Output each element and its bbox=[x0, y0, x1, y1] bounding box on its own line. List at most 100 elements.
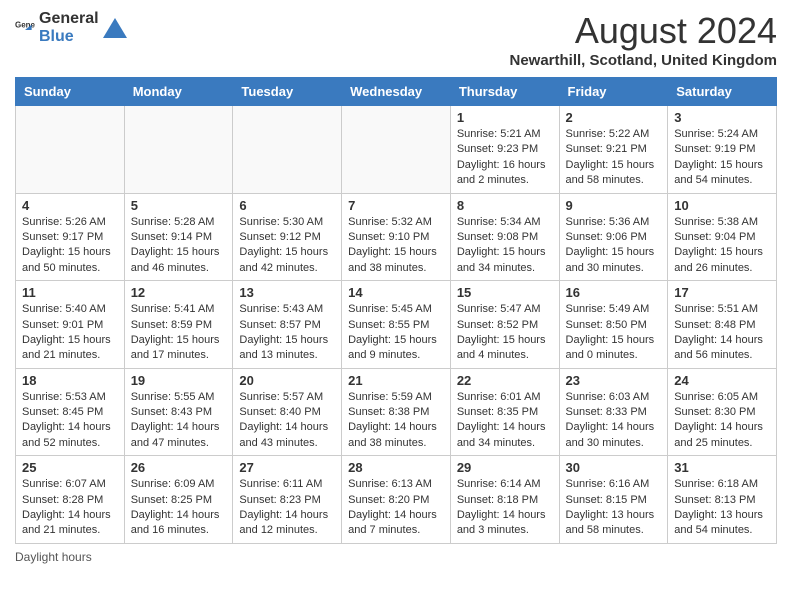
day-info: Sunrise: 5:34 AM Sunset: 9:08 PM Dayligh… bbox=[457, 215, 553, 277]
calendar-cell: 3 Sunrise: 5:24 AM Sunset: 9:19 PM Daylig… bbox=[668, 106, 777, 194]
day-number: 29 bbox=[457, 460, 553, 475]
calendar-cell: 26 Sunrise: 6:09 AM Sunset: 8:25 PM Dayli… bbox=[124, 456, 233, 544]
calendar-cell: 6 Sunrise: 5:30 AM Sunset: 9:12 PM Daylig… bbox=[233, 193, 342, 281]
calendar-cell: 17Sunrise: 5:51 AM Sunset: 8:48 PM Dayli… bbox=[668, 281, 777, 369]
day-info: Sunrise: 6:16 AM Sunset: 8:15 PM Dayligh… bbox=[566, 477, 662, 539]
calendar-cell: 30 Sunrise: 6:16 AM Sunset: 8:15 PM Dayli… bbox=[559, 456, 668, 544]
calendar-cell bbox=[124, 106, 233, 194]
title-area: August 2024 Newarthill, Scotland, United… bbox=[509, 10, 777, 69]
day-info: Sunrise: 5:47 AM Sunset: 8:52 PM Dayligh… bbox=[457, 302, 553, 364]
day-number: 4 bbox=[22, 198, 118, 213]
logo-blue: Blue bbox=[39, 28, 99, 46]
calendar-cell bbox=[342, 106, 451, 194]
calendar-cell: 29Sunrise: 6:14 AM Sunset: 8:18 PM Dayli… bbox=[450, 456, 559, 544]
calendar-cell: 19 Sunrise: 5:55 AM Sunset: 8:43 PM Dayli… bbox=[124, 368, 233, 456]
day-number: 26 bbox=[131, 460, 227, 475]
day-info: Sunrise: 5:38 AM Sunset: 9:04 PM Dayligh… bbox=[674, 215, 770, 277]
calendar-body: 1Sunrise: 5:21 AM Sunset: 9:23 PM Daylig… bbox=[16, 106, 777, 544]
day-info: Sunrise: 5:51 AM Sunset: 8:48 PM Dayligh… bbox=[674, 302, 770, 364]
calendar-cell: 4 Sunrise: 5:26 AM Sunset: 9:17 PM Daylig… bbox=[16, 193, 125, 281]
day-info: Sunrise: 5:30 AM Sunset: 9:12 PM Dayligh… bbox=[239, 215, 335, 277]
day-info: Sunrise: 5:26 AM Sunset: 9:17 PM Dayligh… bbox=[22, 215, 118, 277]
week-row-3: 11 Sunrise: 5:40 AM Sunset: 9:01 PM Dayli… bbox=[16, 281, 777, 369]
day-info: Sunrise: 5:32 AM Sunset: 9:10 PM Dayligh… bbox=[348, 215, 444, 277]
day-number: 27 bbox=[239, 460, 335, 475]
calendar-cell: 23 Sunrise: 6:03 AM Sunset: 8:33 PM Dayli… bbox=[559, 368, 668, 456]
calendar-cell: 7 Sunrise: 5:32 AM Sunset: 9:10 PM Daylig… bbox=[342, 193, 451, 281]
day-number: 15 bbox=[457, 285, 553, 300]
svg-text:General: General bbox=[15, 20, 35, 29]
day-info: Sunrise: 6:05 AM Sunset: 8:30 PM Dayligh… bbox=[674, 390, 770, 452]
day-number: 5 bbox=[131, 198, 227, 213]
calendar-cell: 24 Sunrise: 6:05 AM Sunset: 8:30 PM Dayli… bbox=[668, 368, 777, 456]
logo-triangle-icon bbox=[103, 16, 127, 40]
day-info: Sunrise: 5:55 AM Sunset: 8:43 PM Dayligh… bbox=[131, 390, 227, 452]
day-info: Sunrise: 6:01 AM Sunset: 8:35 PM Dayligh… bbox=[457, 390, 553, 452]
calendar-table: SundayMondayTuesdayWednesdayThursdayFrid… bbox=[15, 77, 777, 544]
day-info: Sunrise: 5:49 AM Sunset: 8:50 PM Dayligh… bbox=[566, 302, 662, 364]
day-info: Sunrise: 5:22 AM Sunset: 9:21 PM Dayligh… bbox=[566, 127, 662, 189]
week-row-1: 1Sunrise: 5:21 AM Sunset: 9:23 PM Daylig… bbox=[16, 106, 777, 194]
calendar-cell: 25Sunrise: 6:07 AM Sunset: 8:28 PM Dayli… bbox=[16, 456, 125, 544]
day-number: 20 bbox=[239, 373, 335, 388]
day-number: 10 bbox=[674, 198, 770, 213]
day-info: Sunrise: 5:41 AM Sunset: 8:59 PM Dayligh… bbox=[131, 302, 227, 364]
day-number: 12 bbox=[131, 285, 227, 300]
header: General General Blue August 2024 Newarth… bbox=[15, 10, 777, 69]
logo: General General Blue bbox=[15, 10, 127, 45]
day-info: Sunrise: 6:03 AM Sunset: 8:33 PM Dayligh… bbox=[566, 390, 662, 452]
day-number: 8 bbox=[457, 198, 553, 213]
column-header-sunday: Sunday bbox=[16, 78, 125, 106]
logo-icon: General bbox=[15, 18, 35, 38]
day-info: Sunrise: 5:45 AM Sunset: 8:55 PM Dayligh… bbox=[348, 302, 444, 364]
day-number: 21 bbox=[348, 373, 444, 388]
calendar-cell: 31 Sunrise: 6:18 AM Sunset: 8:13 PM Dayli… bbox=[668, 456, 777, 544]
calendar-cell: 12 Sunrise: 5:41 AM Sunset: 8:59 PM Dayli… bbox=[124, 281, 233, 369]
day-number: 16 bbox=[566, 285, 662, 300]
calendar-cell: 18 Sunrise: 5:53 AM Sunset: 8:45 PM Dayli… bbox=[16, 368, 125, 456]
column-header-wednesday: Wednesday bbox=[342, 78, 451, 106]
day-number: 23 bbox=[566, 373, 662, 388]
day-number: 22 bbox=[457, 373, 553, 388]
day-number: 18 bbox=[22, 373, 118, 388]
calendar-cell: 28Sunrise: 6:13 AM Sunset: 8:20 PM Dayli… bbox=[342, 456, 451, 544]
logo-general: General bbox=[39, 10, 99, 28]
day-info: Sunrise: 6:09 AM Sunset: 8:25 PM Dayligh… bbox=[131, 477, 227, 539]
calendar-cell: 22 Sunrise: 6:01 AM Sunset: 8:35 PM Dayli… bbox=[450, 368, 559, 456]
calendar-cell: 2Sunrise: 5:22 AM Sunset: 9:21 PM Daylig… bbox=[559, 106, 668, 194]
calendar-cell: 16 Sunrise: 5:49 AM Sunset: 8:50 PM Dayli… bbox=[559, 281, 668, 369]
calendar-cell: 27Sunrise: 6:11 AM Sunset: 8:23 PM Dayli… bbox=[233, 456, 342, 544]
day-number: 6 bbox=[239, 198, 335, 213]
week-row-2: 4 Sunrise: 5:26 AM Sunset: 9:17 PM Daylig… bbox=[16, 193, 777, 281]
day-number: 9 bbox=[566, 198, 662, 213]
day-info: Sunrise: 5:59 AM Sunset: 8:38 PM Dayligh… bbox=[348, 390, 444, 452]
day-info: Sunrise: 5:24 AM Sunset: 9:19 PM Dayligh… bbox=[674, 127, 770, 189]
week-row-4: 18 Sunrise: 5:53 AM Sunset: 8:45 PM Dayli… bbox=[16, 368, 777, 456]
column-header-tuesday: Tuesday bbox=[233, 78, 342, 106]
day-number: 7 bbox=[348, 198, 444, 213]
day-info: Sunrise: 5:43 AM Sunset: 8:57 PM Dayligh… bbox=[239, 302, 335, 364]
day-info: Sunrise: 5:40 AM Sunset: 9:01 PM Dayligh… bbox=[22, 302, 118, 364]
day-number: 11 bbox=[22, 285, 118, 300]
day-number: 30 bbox=[566, 460, 662, 475]
column-header-saturday: Saturday bbox=[668, 78, 777, 106]
day-info: Sunrise: 5:53 AM Sunset: 8:45 PM Dayligh… bbox=[22, 390, 118, 452]
calendar-header: SundayMondayTuesdayWednesdayThursdayFrid… bbox=[16, 78, 777, 106]
calendar-cell bbox=[16, 106, 125, 194]
calendar-header-row: SundayMondayTuesdayWednesdayThursdayFrid… bbox=[16, 78, 777, 106]
day-info: Sunrise: 6:07 AM Sunset: 8:28 PM Dayligh… bbox=[22, 477, 118, 539]
day-info: Sunrise: 6:18 AM Sunset: 8:13 PM Dayligh… bbox=[674, 477, 770, 539]
day-number: 31 bbox=[674, 460, 770, 475]
subtitle: Newarthill, Scotland, United Kingdom bbox=[509, 52, 777, 69]
column-header-thursday: Thursday bbox=[450, 78, 559, 106]
calendar-cell bbox=[233, 106, 342, 194]
calendar-cell: 9Sunrise: 5:36 AM Sunset: 9:06 PM Daylig… bbox=[559, 193, 668, 281]
week-row-5: 25Sunrise: 6:07 AM Sunset: 8:28 PM Dayli… bbox=[16, 456, 777, 544]
day-number: 19 bbox=[131, 373, 227, 388]
column-header-friday: Friday bbox=[559, 78, 668, 106]
calendar-cell: 8 Sunrise: 5:34 AM Sunset: 9:08 PM Daylig… bbox=[450, 193, 559, 281]
day-info: Sunrise: 5:57 AM Sunset: 8:40 PM Dayligh… bbox=[239, 390, 335, 452]
day-number: 3 bbox=[674, 110, 770, 125]
day-number: 24 bbox=[674, 373, 770, 388]
calendar-cell: 10 Sunrise: 5:38 AM Sunset: 9:04 PM Dayli… bbox=[668, 193, 777, 281]
